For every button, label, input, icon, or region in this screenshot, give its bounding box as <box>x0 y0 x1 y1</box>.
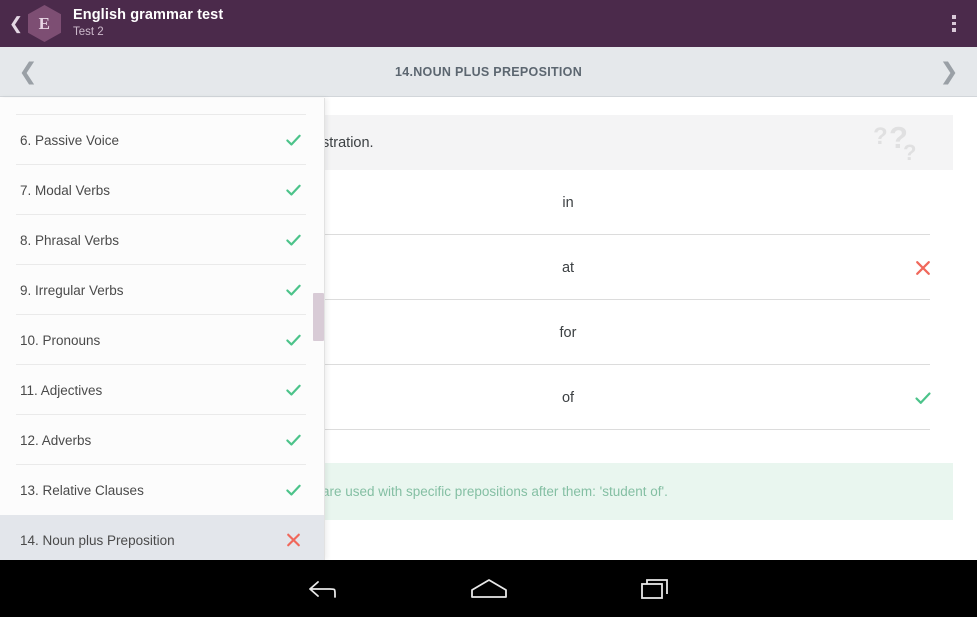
app-bar-back-button[interactable]: ❮ <box>0 0 26 47</box>
check-icon <box>285 332 302 349</box>
svg-text:?: ? <box>873 123 888 150</box>
answer-option-label: in <box>325 195 953 211</box>
check-icon <box>285 382 302 399</box>
sidebar-item-modal-verbs[interactable]: 7. Modal Verbs <box>0 165 324 215</box>
answer-option-row[interactable]: of <box>325 365 953 430</box>
sidebar-item-label: 7. Modal Verbs <box>20 183 110 198</box>
check-icon <box>285 232 302 249</box>
android-recents-icon <box>638 576 672 602</box>
sidebar-item-label: 11. Adjectives <box>20 383 102 398</box>
check-icon <box>285 182 302 199</box>
sidebar-item-label: 14. Noun plus Preposition <box>20 533 175 548</box>
sidebar-scrollbar-thumb[interactable] <box>313 293 324 341</box>
hexagon-e-logo: E <box>28 5 61 42</box>
sidebar-partial-row <box>0 98 324 115</box>
sidebar-item-label: 9. Irregular Verbs <box>20 283 124 298</box>
sidebar-item-pronouns[interactable]: 10. Pronouns <box>0 315 324 365</box>
app-subtitle: Test 2 <box>73 25 223 40</box>
answer-option-row[interactable]: in <box>325 170 953 235</box>
question-content-panel: stration. ? ? ? in at for of <box>325 98 977 560</box>
question-text: stration. <box>325 135 374 151</box>
android-back-icon <box>306 576 340 602</box>
explanation-banner: are used with specific prepositions afte… <box>325 463 953 520</box>
overflow-dot <box>952 28 956 32</box>
overflow-dot <box>952 15 956 19</box>
cross-icon <box>285 532 302 549</box>
check-icon <box>285 132 302 149</box>
question-banner: stration. ? ? ? <box>325 115 953 170</box>
sidebar-item-phrasal-verbs[interactable]: 8. Phrasal Verbs <box>0 215 324 265</box>
check-icon <box>285 432 302 449</box>
logo-letter: E <box>39 15 51 32</box>
android-home-button[interactable] <box>406 560 572 617</box>
sidebar-item-relative-clauses[interactable]: 13. Relative Clauses <box>0 465 324 515</box>
svg-text:?: ? <box>903 140 916 164</box>
android-home-icon <box>468 576 510 602</box>
app-title: English grammar test <box>73 7 223 24</box>
sidebar-item-adjectives[interactable]: 11. Adjectives <box>0 365 324 415</box>
sidebar-item-label: 13. Relative Clauses <box>20 483 144 498</box>
app-bar: ❮ E English grammar test Test 2 <box>0 0 977 47</box>
sidebar-item-noun-plus-preposition[interactable]: 14. Noun plus Preposition <box>0 515 324 560</box>
sidebar-item-adverbs[interactable]: 12. Adverbs <box>0 415 324 465</box>
answer-option-row[interactable]: for <box>325 300 953 365</box>
answer-option-row[interactable]: at <box>325 235 953 300</box>
check-icon <box>285 482 302 499</box>
sidebar-item-label: 8. Phrasal Verbs <box>20 233 119 248</box>
question-marks-icon: ? ? ? <box>871 122 929 164</box>
sidebar-item-passive-voice[interactable]: 6. Passive Voice <box>0 115 324 165</box>
check-icon <box>914 389 932 407</box>
overflow-menu-icon[interactable] <box>931 0 977 47</box>
sidebar-item-label: 12. Adverbs <box>20 433 91 448</box>
answer-option-label: of <box>325 390 953 406</box>
overflow-dot <box>952 22 956 26</box>
check-icon <box>285 282 302 299</box>
sidebar-item-label: 10. Pronouns <box>20 333 100 348</box>
next-section-button[interactable]: ❯ <box>921 47 977 96</box>
topics-sidebar[interactable]: 6. Passive Voice 7. Modal Verbs 8. Phras… <box>0 98 325 560</box>
android-back-button[interactable] <box>240 560 406 617</box>
cross-icon <box>914 259 932 277</box>
app-bar-titles: English grammar test Test 2 <box>73 7 223 40</box>
android-recents-button[interactable] <box>572 560 738 617</box>
answer-option-label: for <box>325 325 953 341</box>
previous-section-button[interactable]: ❮ <box>0 47 56 96</box>
answer-option-label: at <box>325 260 953 276</box>
sidebar-item-label: 6. Passive Voice <box>20 133 119 148</box>
row-divider <box>325 429 930 430</box>
section-title: 14.NOUN PLUS PREPOSITION <box>56 65 921 79</box>
section-nav-bar: ❮ 14.NOUN PLUS PREPOSITION ❯ <box>0 47 977 97</box>
explanation-text: are used with specific prepositions afte… <box>325 484 668 499</box>
sidebar-item-irregular-verbs[interactable]: 9. Irregular Verbs <box>0 265 324 315</box>
android-system-nav-bar <box>0 560 977 617</box>
app-screen: ❮ E English grammar test Test 2 ❮ 14.NOU… <box>0 0 977 617</box>
